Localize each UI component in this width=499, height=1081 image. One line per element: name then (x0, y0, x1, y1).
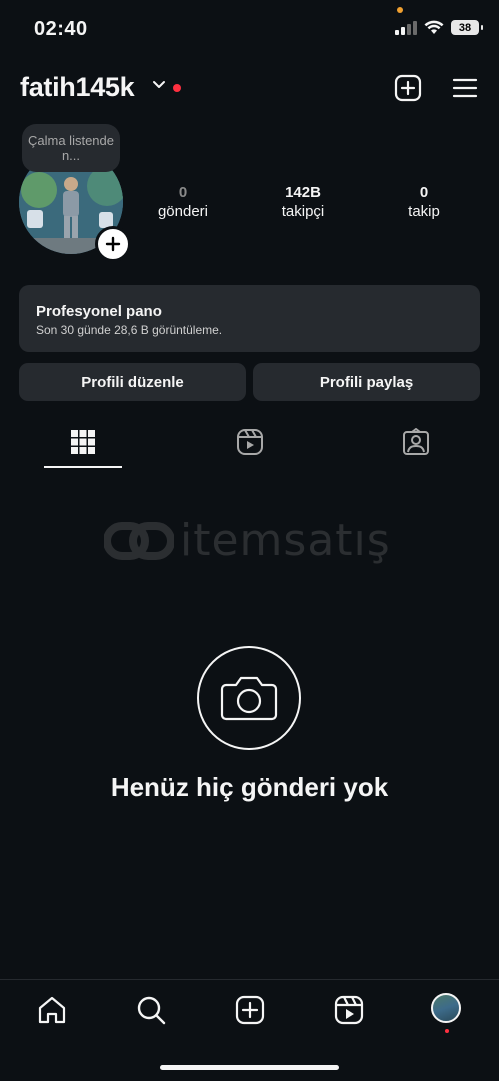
wifi-icon (424, 20, 444, 34)
notification-dot (173, 84, 181, 92)
create-icon (235, 995, 265, 1025)
watermark-text: itemsatış (180, 515, 391, 566)
nav-notification-dot (445, 1029, 449, 1033)
menu-icon (452, 78, 478, 98)
stat-following[interactable]: 0 takip (374, 184, 474, 221)
stat-posts: 0 gönderi (133, 184, 233, 221)
nav-reels[interactable] (331, 994, 367, 1026)
status-time: 02:40 (34, 18, 88, 40)
reels-icon (237, 429, 263, 455)
note-text: Çalma listende n... (28, 133, 114, 163)
professional-dashboard[interactable]: Profesyonel pano Son 30 günde 28,6 B gör… (19, 285, 480, 352)
stat-followers-label: takipçi (281, 203, 325, 220)
reels-icon (334, 995, 364, 1025)
tab-reels[interactable] (215, 425, 285, 459)
add-story-button[interactable] (95, 226, 131, 262)
stat-following-value: 0 (419, 184, 429, 201)
nav-create[interactable] (232, 994, 268, 1026)
camera-icon (220, 676, 278, 721)
note-bubble[interactable]: Çalma listende n... (22, 124, 120, 172)
stat-following-label: takip (408, 203, 440, 220)
tagged-icon (403, 428, 429, 455)
new-post-icon (394, 74, 422, 102)
nav-profile-avatar[interactable] (431, 993, 461, 1023)
tab-tagged[interactable] (381, 425, 451, 459)
battery-level: 38 (458, 21, 472, 34)
new-post-button[interactable] (392, 72, 424, 104)
stat-posts-label: gönderi (157, 203, 209, 220)
pro-subtitle: Son 30 günde 28,6 B görüntüleme. (36, 323, 223, 337)
battery-icon: 38 (451, 20, 483, 35)
status-icons: 38 (395, 20, 483, 35)
nav-search[interactable] (133, 994, 169, 1026)
signal-icon (395, 20, 417, 35)
watermark: itemsatış (104, 515, 391, 566)
stat-followers[interactable]: 142B takipçi (253, 184, 353, 221)
stat-posts-value: 0 (178, 184, 188, 201)
edit-profile-button[interactable]: Profili düzenle (19, 363, 246, 401)
empty-state-title: Henüz hiç gönderi yok (110, 772, 389, 802)
stat-followers-value: 142B (285, 184, 321, 201)
menu-button[interactable] (449, 72, 481, 104)
username[interactable]: fatih145k (20, 72, 135, 103)
home-icon (38, 996, 66, 1024)
pro-title: Profesyonel pano (36, 303, 162, 320)
watermark-logo-icon (104, 521, 174, 560)
grid-icon (71, 430, 95, 454)
search-icon (137, 996, 166, 1025)
chevron-down-icon[interactable] (152, 80, 166, 90)
plus-icon (105, 236, 121, 252)
share-profile-button[interactable]: Profili paylaş (253, 363, 480, 401)
tab-grid[interactable] (48, 425, 118, 459)
empty-camera-circle (197, 646, 301, 750)
home-indicator[interactable] (160, 1065, 339, 1070)
nav-home[interactable] (34, 994, 70, 1026)
tab-active-indicator (44, 466, 122, 468)
privacy-indicator (397, 7, 403, 13)
